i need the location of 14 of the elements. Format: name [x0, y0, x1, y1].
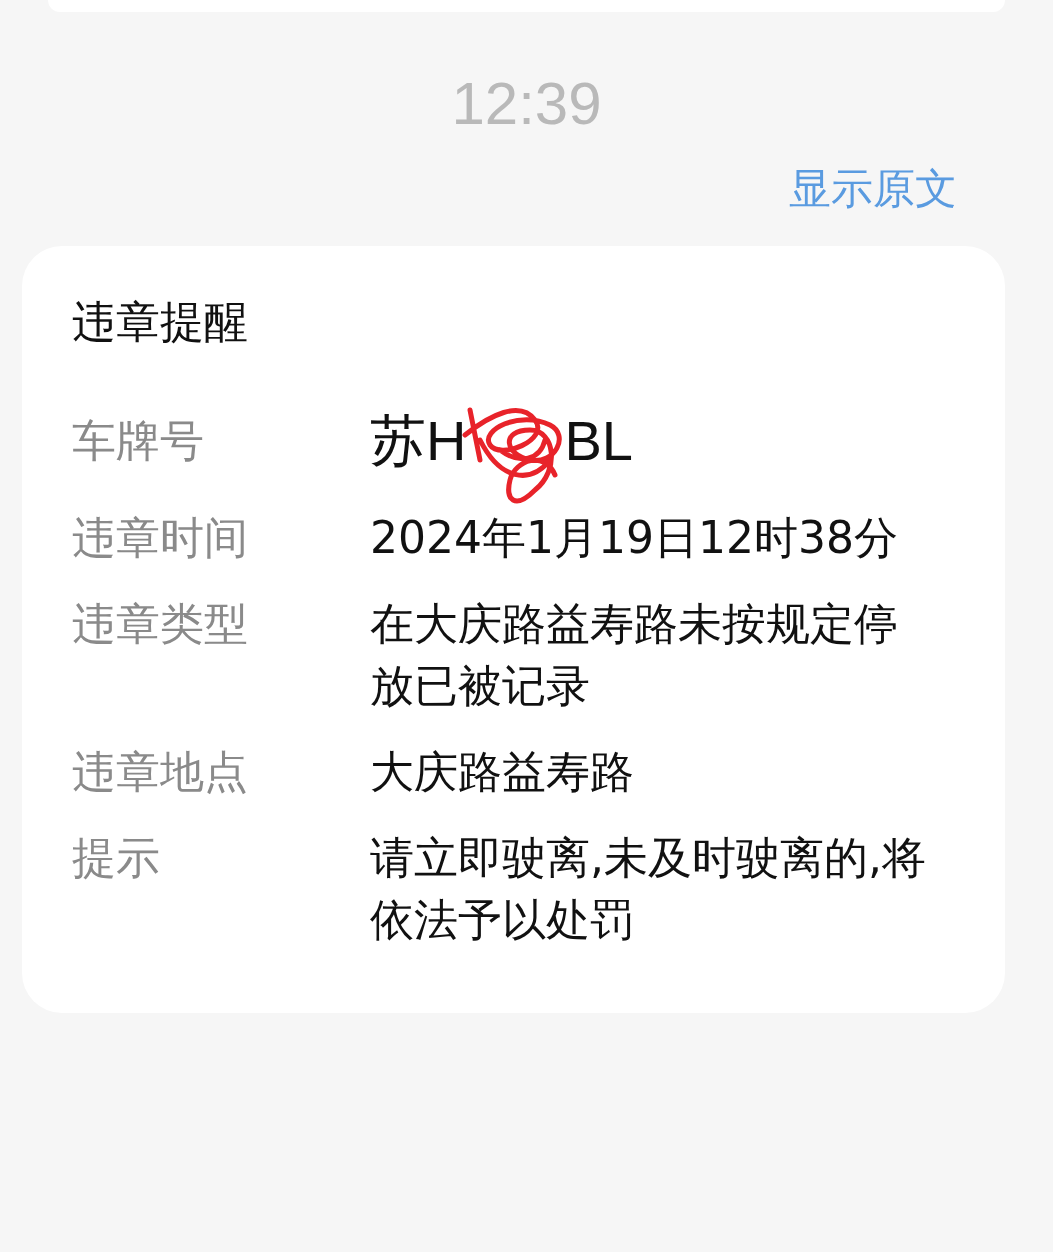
field-value: 2024年1月19日12时38分 — [370, 511, 899, 565]
field-label: 违章地点 — [72, 745, 249, 799]
field-value: 在大庆路益寿路未按规定停放已被记录 — [370, 597, 899, 713]
field-label: 车牌号 — [72, 414, 205, 468]
field-label: 违章类型 — [72, 597, 249, 651]
field-value: 请立即驶离,未及时驶离的,将依法予以处罚 — [370, 831, 927, 947]
card-title: 违章提醒 — [72, 295, 249, 349]
field-label: 违章时间 — [72, 511, 249, 565]
field-label: 提示 — [72, 831, 161, 885]
plate-number: BL — [564, 408, 633, 474]
field-value: 大庆路益寿路 — [370, 745, 635, 799]
message-time: 12:39 — [451, 72, 602, 136]
show-original-link[interactable]: 显示原文 — [789, 160, 957, 218]
plate-number: 苏H — [370, 408, 467, 474]
